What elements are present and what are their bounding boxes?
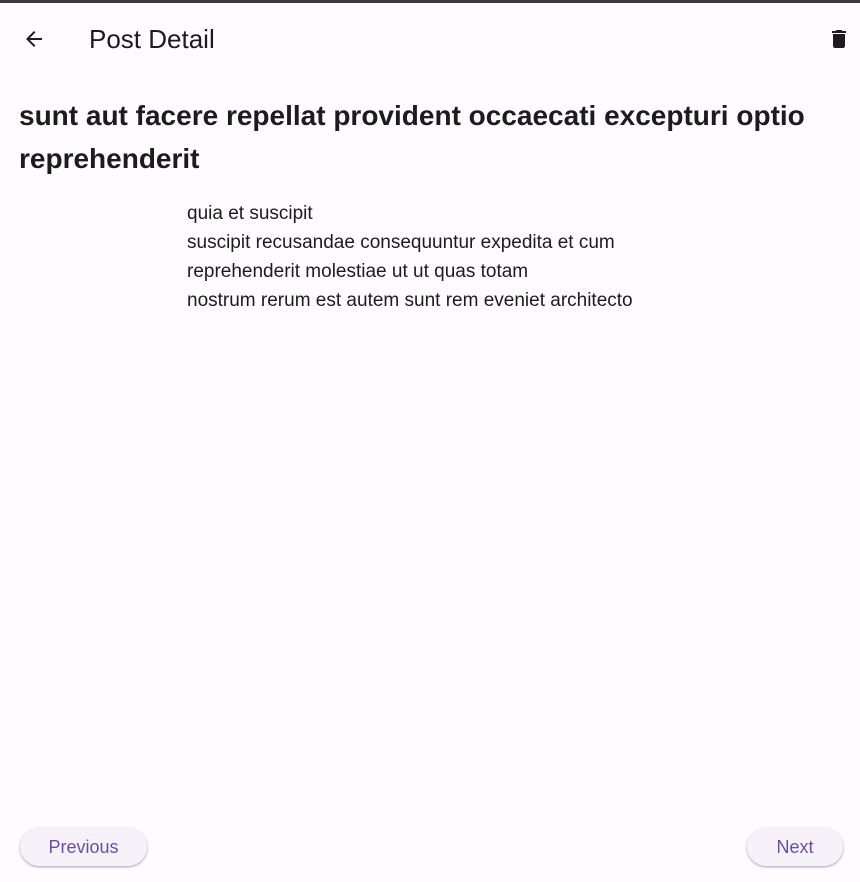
post-body-line: reprehenderit molestiae ut ut quas totam — [187, 261, 529, 282]
delete-button[interactable] — [819, 19, 859, 59]
page-title: Post Detail — [89, 24, 215, 54]
post-body-line: quia et suscipit — [187, 203, 313, 224]
post-body: quia et suscipit suscipit recusandae con… — [187, 199, 747, 315]
post-body-line: suscipit recusandae consequuntur expedit… — [187, 232, 615, 253]
previous-button-label: Previous — [48, 836, 119, 857]
app-bar: Post Detail — [0, 3, 860, 75]
post-title: sunt aut facere repellat provident occae… — [19, 100, 805, 174]
trash-icon — [832, 30, 846, 48]
arrow-back-icon — [26, 31, 42, 47]
previous-button[interactable]: Previous — [20, 828, 147, 866]
next-button-label: Next — [776, 836, 814, 857]
post-body-line: nostrum rerum est autem sunt rem eveniet… — [187, 290, 633, 311]
back-button[interactable] — [14, 19, 54, 59]
next-button[interactable]: Next — [747, 828, 843, 866]
